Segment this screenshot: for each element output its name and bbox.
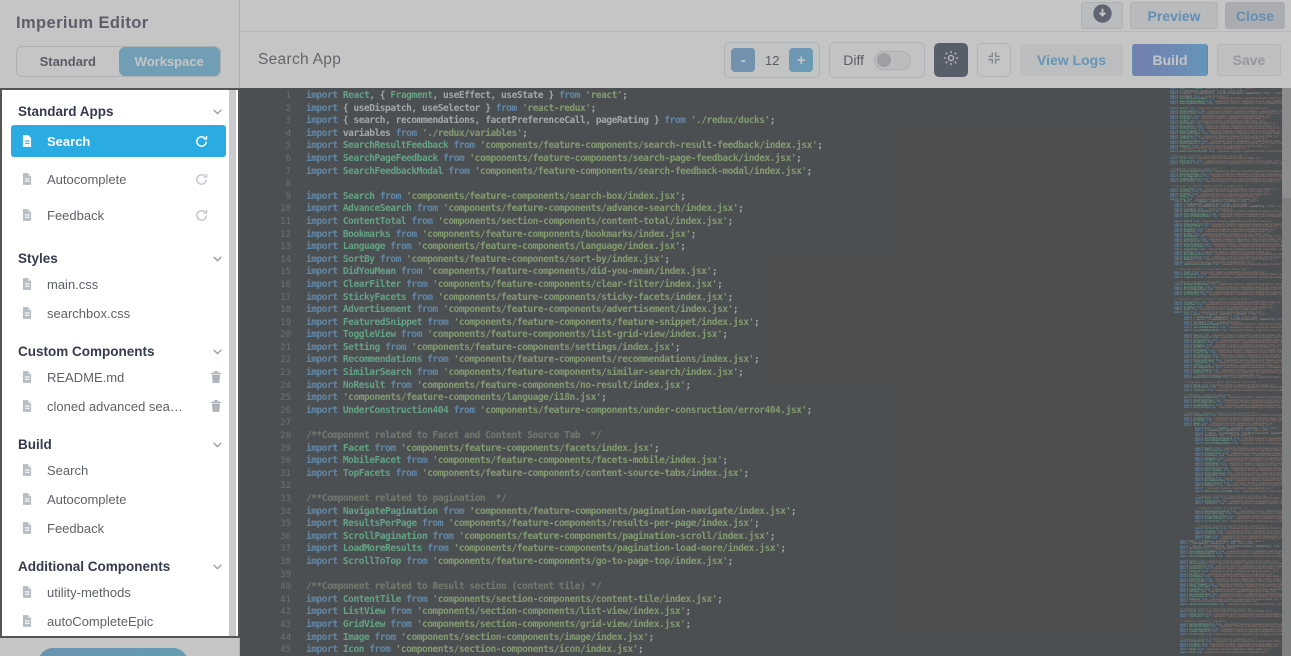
sidebar-item-feedback[interactable]: Feedback <box>11 201 226 229</box>
sidebar-item-label: Autocomplete <box>47 491 127 507</box>
refresh-icon[interactable] <box>194 172 209 187</box>
trash-icon[interactable] <box>209 399 223 413</box>
file-tree-panel: Standard Apps Search Autocomplete Feedback S… <box>0 88 240 638</box>
sidebar-item-label: cloned advanced search-167... <box>47 398 187 414</box>
sidebar-item-label: Autocomplete <box>47 171 127 187</box>
file-icon <box>20 463 34 477</box>
sidebar-item-label: Feedback <box>47 207 105 223</box>
file-icon <box>20 134 34 148</box>
sidebar-item-search[interactable]: Search <box>11 125 226 157</box>
sidebar-item-label: main.css <box>47 276 99 292</box>
file-icon <box>20 208 34 222</box>
sidebar-item-label: searchbox.css <box>47 305 131 321</box>
sidebar-item-feedback[interactable]: Feedback <box>11 516 226 540</box>
file-icon <box>20 370 34 384</box>
sidebar-item-autocomplete[interactable]: Autocomplete <box>11 165 226 193</box>
sidebar-item-label: utility-methods <box>47 584 131 600</box>
sidebar-item-label: autoCompleteEpic <box>47 613 154 629</box>
app-root: Imperium Editor Standard Workspace Stand… <box>0 0 1291 656</box>
refresh-icon[interactable] <box>194 134 209 149</box>
refresh-icon[interactable] <box>194 208 209 223</box>
file-icon <box>20 585 34 599</box>
sidebar-item-autocomplete[interactable]: Autocomplete <box>11 487 226 511</box>
section-title: Custom Components <box>18 344 155 359</box>
section-standard-apps: Standard Apps Search Autocomplete Feedback <box>2 90 238 229</box>
section-title: Standard Apps <box>18 104 114 119</box>
trash-icon[interactable] <box>209 370 223 384</box>
sidebar-item-label: Feedback <box>47 520 105 536</box>
sidebar-item-searchbox-css[interactable]: searchbox.css <box>11 301 226 325</box>
chevron-down-icon[interactable] <box>211 345 224 358</box>
sidebar-item-main-css[interactable]: main.css <box>11 272 226 296</box>
file-icon <box>20 521 34 535</box>
file-tree-scrollbar-thumb[interactable] <box>229 90 236 636</box>
file-icon <box>20 492 34 506</box>
sidebar-item-label: Search <box>47 462 89 478</box>
sidebar-item-cloned-advanced-search-167-[interactable]: cloned advanced search-167... <box>11 394 226 418</box>
chevron-down-icon[interactable] <box>211 560 224 573</box>
sidebar-item-utility-methods[interactable]: utility-methods <box>11 580 226 604</box>
sidebar-item-label: Search <box>47 133 91 149</box>
section-title: Build <box>18 437 52 452</box>
section-build: Build Search Autocomplete Feedback <box>2 423 238 540</box>
file-icon <box>20 306 34 320</box>
chevron-down-icon[interactable] <box>211 252 224 265</box>
chevron-down-icon[interactable] <box>211 105 224 118</box>
section-custom-components: Custom Components README.md cloned advance… <box>2 330 238 418</box>
file-icon <box>20 277 34 291</box>
file-icon <box>20 172 34 186</box>
section-styles: Styles main.css searchbox.css <box>2 237 238 325</box>
section-title: Styles <box>18 251 58 266</box>
file-icon <box>20 399 34 413</box>
sidebar-item-label: README.md <box>47 369 125 385</box>
section-additional-components: Additional Components utility-methods auto… <box>2 545 238 636</box>
chevron-down-icon[interactable] <box>211 438 224 451</box>
section-title: Additional Components <box>18 559 171 574</box>
sidebar-item-autocompleteepic[interactable]: autoCompleteEpic <box>11 609 226 633</box>
file-icon <box>20 614 34 628</box>
sidebar-item-search[interactable]: Search <box>11 458 226 482</box>
sidebar-item-readme-md[interactable]: README.md <box>11 365 226 389</box>
